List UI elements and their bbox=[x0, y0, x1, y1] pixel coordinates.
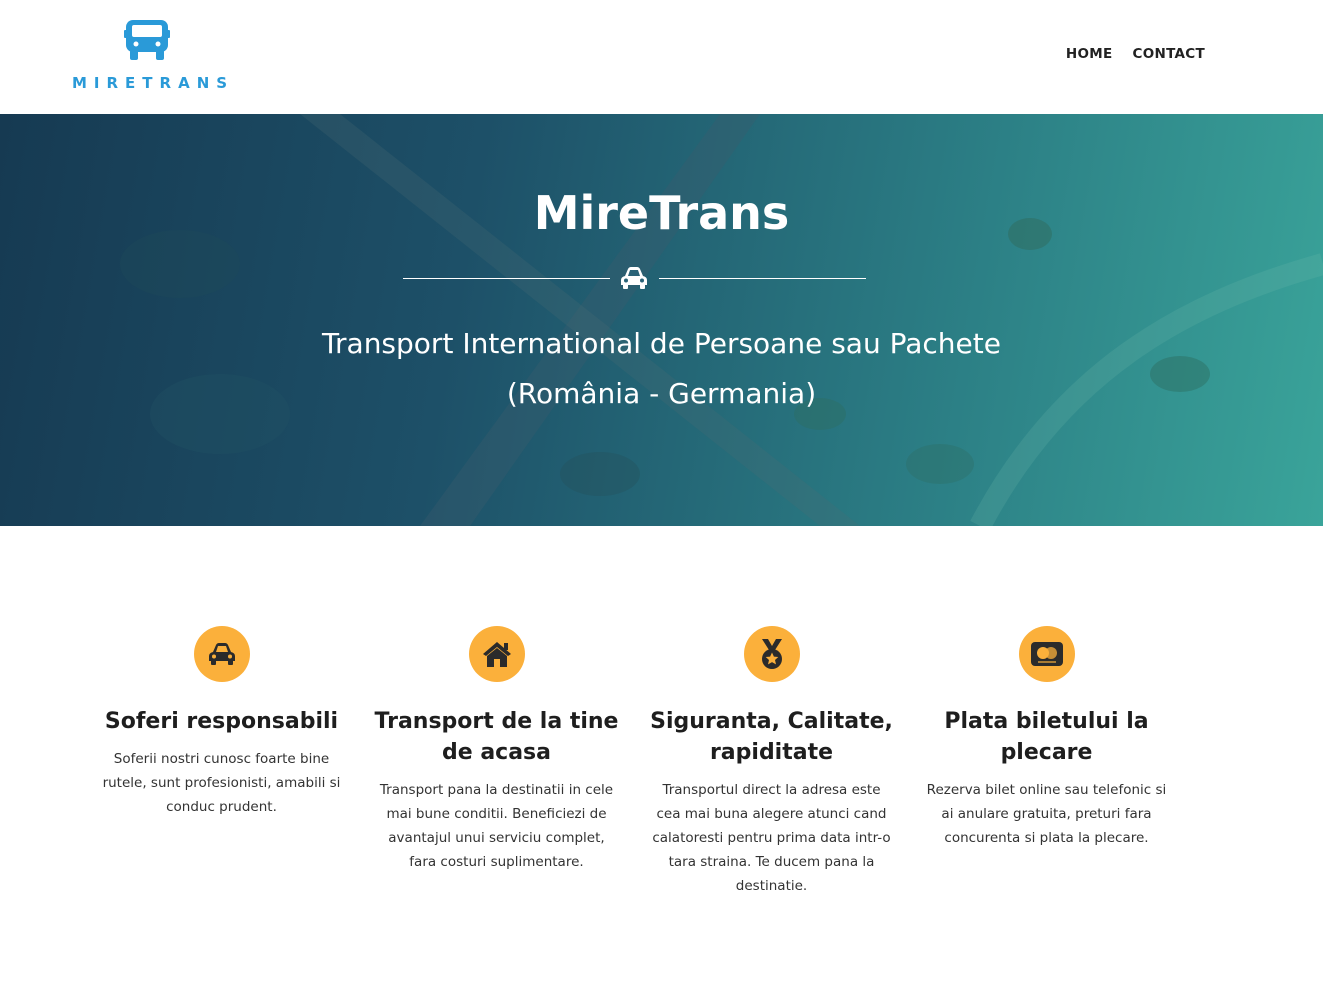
site-header: MIRETRANS HOME CONTACT bbox=[0, 0, 1323, 114]
van-logo-icon bbox=[124, 20, 170, 60]
hero-banner: MireTrans Transport International de Per… bbox=[0, 114, 1323, 526]
logo[interactable]: MIRETRANS bbox=[72, 16, 235, 94]
hero-title: MireTrans bbox=[533, 186, 790, 240]
feature-text: Soferii nostri cunosc foarte bine rutele… bbox=[102, 751, 341, 815]
car-icon bbox=[193, 626, 250, 682]
feature-title: Soferi responsabili bbox=[104, 709, 339, 734]
home-icon bbox=[468, 626, 525, 682]
divider-line-right bbox=[659, 278, 866, 279]
nav-contact-link[interactable]: CONTACT bbox=[1132, 46, 1205, 62]
main-nav: HOME CONTACT bbox=[1066, 46, 1205, 62]
hero-subtitle: Transport International de Persoane sau … bbox=[0, 319, 1323, 419]
features-section: Soferi responsabili Soferii nostri cunos… bbox=[84, 626, 1224, 898]
feature-text: Rezerva bilet online sau telefonic si ai… bbox=[926, 782, 1167, 846]
feature-text: Transport pana la destinatii in cele mai… bbox=[379, 782, 614, 870]
nav-home-link[interactable]: HOME bbox=[1066, 46, 1113, 62]
car-icon bbox=[621, 267, 647, 289]
hero-subtitle-line1: Transport International de Persoane sau … bbox=[322, 327, 1001, 360]
feature-card: Siguranta, Calitate, rapiditate Transpor… bbox=[634, 626, 909, 898]
logo-text: MIRETRANS bbox=[72, 74, 235, 92]
feature-title: Plata biletului la plecare bbox=[944, 709, 1149, 765]
hero-subtitle-line2: (România - Germania) bbox=[506, 377, 817, 410]
feature-text: Transportul direct la adresa este cea ma… bbox=[652, 782, 891, 894]
medal-icon bbox=[743, 626, 800, 682]
feature-card: Transport de la tine de acasa Transport … bbox=[359, 626, 634, 898]
feature-title: Siguranta, Calitate, rapiditate bbox=[650, 709, 893, 765]
feature-card: Plata biletului la plecare Rezerva bilet… bbox=[909, 626, 1184, 898]
feature-title: Transport de la tine de acasa bbox=[374, 709, 619, 765]
feature-card: Soferi responsabili Soferii nostri cunos… bbox=[84, 626, 359, 898]
divider-line-left bbox=[403, 278, 610, 279]
credit-card-icon bbox=[1018, 626, 1075, 682]
